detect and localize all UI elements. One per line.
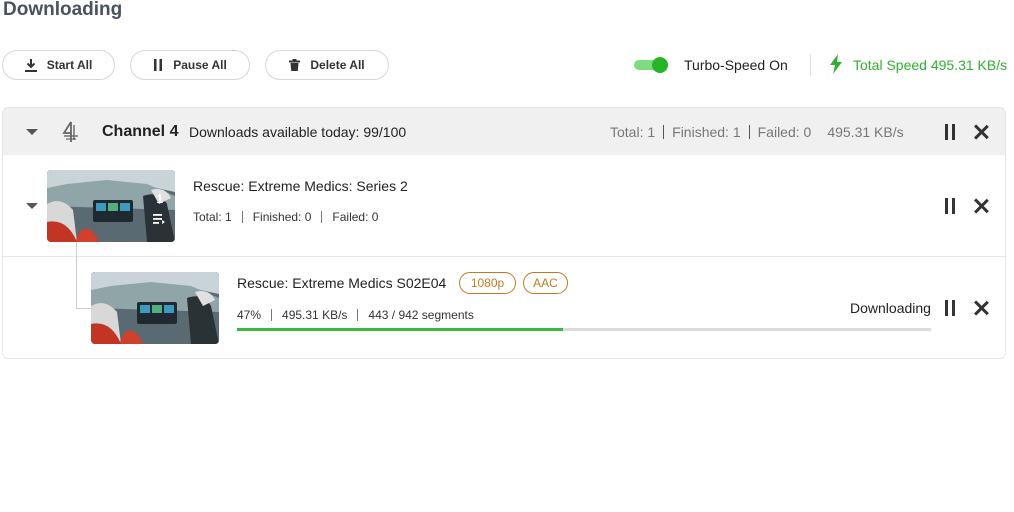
toggle-knob xyxy=(652,57,668,73)
series-finished: Finished: 0 xyxy=(252,210,312,224)
start-all-label: Start All xyxy=(46,58,93,72)
delete-all-button[interactable]: Delete All xyxy=(265,50,389,80)
stat-separator xyxy=(357,309,359,321)
episode-status: Downloading xyxy=(850,300,931,316)
episode-close-icon[interactable] xyxy=(974,301,988,315)
series-total: Total: 1 xyxy=(193,210,232,224)
channel-header: Channel 4 Downloads available today: 99/… xyxy=(3,108,1005,155)
lightning-bolt-icon xyxy=(830,54,842,74)
start-all-button[interactable]: Start All xyxy=(2,50,115,80)
stat-separator xyxy=(748,125,750,139)
delete-all-label: Delete All xyxy=(310,58,365,72)
progress-bar xyxy=(237,328,931,331)
channel-pause-icon[interactable] xyxy=(944,124,956,140)
playlist-icon xyxy=(153,214,165,224)
episode-title: Rescue: Extreme Medics S02E04 xyxy=(237,275,447,291)
turbo-speed-label: Turbo-Speed On xyxy=(684,57,788,73)
progress-fill xyxy=(237,328,564,331)
download-icon xyxy=(24,58,37,72)
pause-icon xyxy=(154,59,163,71)
trash-icon xyxy=(289,59,301,71)
toolbar-divider xyxy=(810,54,811,76)
channel-failed: Failed: 0 xyxy=(757,124,812,140)
total-speed: Total Speed 495.31 KB/s xyxy=(853,57,1008,73)
series-failed: Failed: 0 xyxy=(332,210,379,224)
cockpit-image xyxy=(47,170,175,242)
turbo-speed-toggle[interactable] xyxy=(634,57,670,73)
channel-total: Total: 1 xyxy=(610,124,656,140)
episode-thumbnail xyxy=(91,272,219,344)
channel-finished: Finished: 1 xyxy=(672,124,741,140)
series-thumbnail: 1 xyxy=(47,170,175,242)
tree-connector xyxy=(76,308,91,309)
series-stats: Total: 1 Finished: 0 Failed: 0 xyxy=(193,210,378,224)
episode-stats: 47% 495.31 KB/s 443 / 942 segments xyxy=(237,308,474,322)
series-close-icon[interactable] xyxy=(974,199,988,213)
cockpit-image xyxy=(91,272,219,344)
page-title: Downloading xyxy=(3,0,123,20)
downloads-panel: Channel 4 Downloads available today: 99/… xyxy=(2,107,1006,359)
stat-separator xyxy=(663,125,665,139)
tree-connector xyxy=(76,242,77,309)
channel4-logo-icon xyxy=(62,121,78,142)
stat-separator xyxy=(321,211,323,223)
channel-close-icon[interactable] xyxy=(974,125,988,139)
episode-count-badge: 1 xyxy=(156,192,163,206)
stat-separator xyxy=(271,309,273,321)
episode-pause-icon[interactable] xyxy=(944,300,956,316)
pause-all-label: Pause All xyxy=(173,58,227,72)
series-pause-icon[interactable] xyxy=(944,198,956,214)
stat-separator xyxy=(241,211,243,223)
series-collapse-chevron-down-icon[interactable] xyxy=(26,203,38,209)
episode-segments: 443 / 942 segments xyxy=(368,308,474,322)
channel-collapse-chevron-down-icon[interactable] xyxy=(26,129,38,135)
pause-all-button[interactable]: Pause All xyxy=(130,50,250,80)
channel-speed: 495.31 KB/s xyxy=(827,124,904,140)
episode-percent: 47% xyxy=(237,308,262,322)
row-divider xyxy=(3,256,1005,257)
channel-stats: Total: 1 Finished: 1 Failed: 0 495.31 KB… xyxy=(610,124,904,140)
series-title: Rescue: Extreme Medics: Series 2 xyxy=(193,178,408,194)
episode-speed: 495.31 KB/s xyxy=(282,308,348,322)
audio-badge: AAC xyxy=(523,272,568,294)
channel-name: Channel 4 xyxy=(102,123,179,140)
resolution-badge: 1080p xyxy=(459,272,516,294)
channel-availability: Downloads available today: 99/100 xyxy=(189,124,407,140)
